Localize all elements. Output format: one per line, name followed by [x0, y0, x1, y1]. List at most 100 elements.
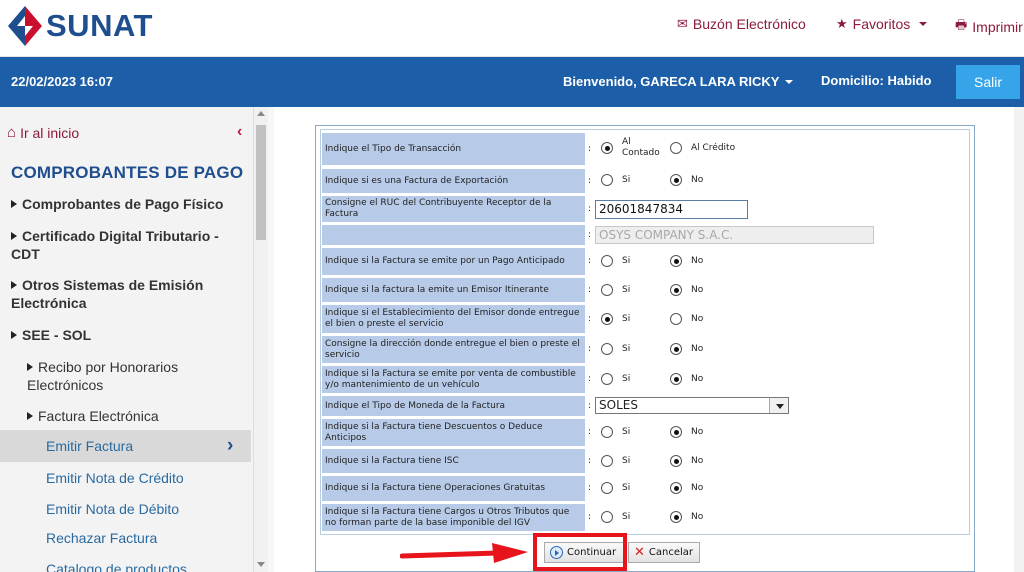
form-row-ruc: Consigne el RUC del Contribuyente Recept…: [322, 196, 882, 222]
radio-selected-icon: [670, 255, 682, 267]
triangle-right-icon: [11, 331, 17, 339]
radio-si[interactable]: Si: [601, 455, 630, 467]
radio-si[interactable]: Si: [601, 313, 630, 325]
cancelar-button[interactable]: ✕ Cancelar: [628, 542, 700, 563]
scrollbar-thumb[interactable]: [256, 125, 266, 240]
radio-no[interactable]: No: [670, 174, 703, 186]
divider: [268, 107, 274, 572]
radio-si[interactable]: Si: [601, 373, 630, 385]
sidebar-item-see-sol[interactable]: SEE - SOL: [11, 326, 246, 344]
radio-label: Si: [622, 256, 631, 266]
colon: :: [588, 230, 592, 240]
buzon-link[interactable]: ✉ Buzón Electrónico: [677, 16, 806, 32]
sunat-logo[interactable]: SUNAT: [6, 4, 153, 48]
radio-no[interactable]: No: [670, 373, 703, 385]
radio-si[interactable]: Si: [601, 343, 630, 355]
radio-si[interactable]: Si: [601, 174, 630, 186]
user-menu[interactable]: Bienvenido, GARECA LARA RICKY: [563, 74, 794, 89]
form-row-tipo-transaccion: Indique el Tipo de Transacción : Al Cont…: [322, 133, 882, 165]
sidebar-item-nota-debito[interactable]: Emitir Nota de Débito: [46, 501, 268, 517]
radio-empty-icon: [601, 174, 613, 186]
field-label: Indique si la Factura tiene Cargos u Otr…: [322, 504, 585, 531]
radio-selected-icon: [670, 511, 682, 523]
imprimir-link[interactable]: 🖶 Imprimir: [955, 16, 1023, 38]
sidebar-scrollbar[interactable]: [253, 107, 268, 572]
radio-no[interactable]: No: [670, 313, 703, 325]
radio-no[interactable]: No: [670, 343, 703, 355]
moneda-selected: SOLES: [599, 398, 638, 412]
radio-empty-icon: [670, 313, 682, 325]
radio-selected-icon: [670, 455, 682, 467]
field-label: Indique si el Establecimiento del Emisor…: [322, 305, 585, 333]
scroll-down-icon[interactable]: [257, 562, 265, 567]
radio-no[interactable]: No: [670, 284, 703, 296]
sidebar-item-label: Comprobantes de Pago Físico: [22, 196, 224, 212]
radio-al-credito[interactable]: Al Crédito: [670, 142, 735, 154]
field-label: Consigne la dirección donde entregue el …: [322, 336, 585, 363]
ruc-input[interactable]: 20601847834: [595, 200, 748, 219]
radio-no[interactable]: No: [670, 455, 703, 467]
sidebar-item-otros-sistemas[interactable]: Otros Sistemas de Emisión Electrónica: [11, 276, 246, 312]
sidebar-heading: COMPROBANTES DE PAGO: [11, 163, 244, 182]
radio-label: No: [691, 512, 704, 522]
form-row-emisor-itinerante: Indique si la factura la emite un Emisor…: [322, 278, 882, 302]
sidebar-item-nota-credito[interactable]: Emitir Nota de Crédito: [46, 470, 268, 486]
triangle-right-icon: [11, 232, 17, 240]
radio-si[interactable]: Si: [601, 426, 630, 438]
radio-label: Si: [622, 483, 631, 493]
field-label: Indique si la factura la emite un Emisor…: [322, 278, 585, 302]
moneda-select[interactable]: SOLES: [595, 397, 789, 414]
cancelar-label: Cancelar: [648, 547, 694, 558]
domicilio-status: Domicilio: Habido: [821, 73, 932, 88]
form-row-isc: Indique si la Factura tiene ISC : Si No: [322, 449, 882, 473]
radio-si[interactable]: Si: [601, 511, 630, 523]
datetime: 22/02/2023 16:07: [11, 74, 113, 89]
radio-empty-icon: [601, 284, 613, 296]
sidebar-item-cdt[interactable]: Certificado Digital Tributario - CDT: [11, 227, 246, 263]
radio-empty-icon: [601, 426, 613, 438]
radio-label: No: [691, 175, 704, 185]
sidebar-item-factura-electronica[interactable]: Factura Electrónica: [27, 407, 242, 425]
sidebar-item-emitir-factura[interactable]: Emitir Factura ›: [0, 430, 251, 462]
scroll-up-icon[interactable]: [257, 111, 265, 116]
radio-selected-icon: [670, 343, 682, 355]
radio-si[interactable]: Si: [601, 482, 630, 494]
radio-empty-icon: [601, 455, 613, 467]
triangle-right-icon: [11, 200, 17, 208]
radio-si[interactable]: Si: [601, 284, 630, 296]
radio-empty-icon: [670, 142, 682, 154]
radio-no[interactable]: No: [670, 482, 703, 494]
radio-empty-icon: [601, 482, 613, 494]
field-label: Indique si la Factura se emite por venta…: [322, 366, 585, 393]
radio-al-contado[interactable]: Al Contado: [601, 137, 668, 159]
form-row-razon-social: : OSYS COMPANY S.A.C.: [322, 225, 882, 245]
sidebar-item-rechazar-factura[interactable]: Rechazar Factura: [46, 530, 268, 546]
page-scrollbar[interactable]: [1014, 107, 1024, 572]
sidebar-item-label: SEE - SOL: [22, 327, 92, 343]
colon: :: [588, 374, 592, 384]
collapse-sidebar-icon[interactable]: ‹: [237, 123, 242, 141]
sidebar-item-catalogo[interactable]: Catalogo de productos: [46, 561, 268, 572]
chevron-down-icon: [785, 79, 794, 84]
home-link[interactable]: ⌂ Ir al inicio: [7, 124, 259, 141]
colon: :: [588, 512, 592, 522]
colon: :: [588, 144, 592, 154]
radio-no[interactable]: No: [670, 426, 703, 438]
form-row-moneda: Indique el Tipo de Moneda de la Factura …: [322, 396, 882, 416]
salir-button[interactable]: Salir: [956, 65, 1020, 99]
chevron-down-icon: [769, 398, 788, 413]
radio-no[interactable]: No: [670, 511, 703, 523]
colon: :: [588, 314, 592, 324]
radio-label: Al Contado: [622, 137, 660, 158]
radio-si[interactable]: Si: [601, 255, 630, 267]
favoritos-dropdown[interactable]: ★ Favoritos: [836, 16, 928, 32]
colon: :: [588, 456, 592, 466]
radio-selected-icon: [670, 482, 682, 494]
radio-label: Si: [622, 427, 631, 437]
sidebar-item-comprobantes-fisico[interactable]: Comprobantes de Pago Físico: [11, 195, 246, 213]
radio-no[interactable]: No: [670, 255, 703, 267]
sidebar-item-label: Factura Electrónica: [38, 408, 159, 424]
field-label: [322, 225, 585, 245]
sidebar-item-recibo-honorarios[interactable]: Recibo por Honorarios Electrónicos: [27, 358, 242, 394]
star-icon: ★: [836, 16, 848, 31]
